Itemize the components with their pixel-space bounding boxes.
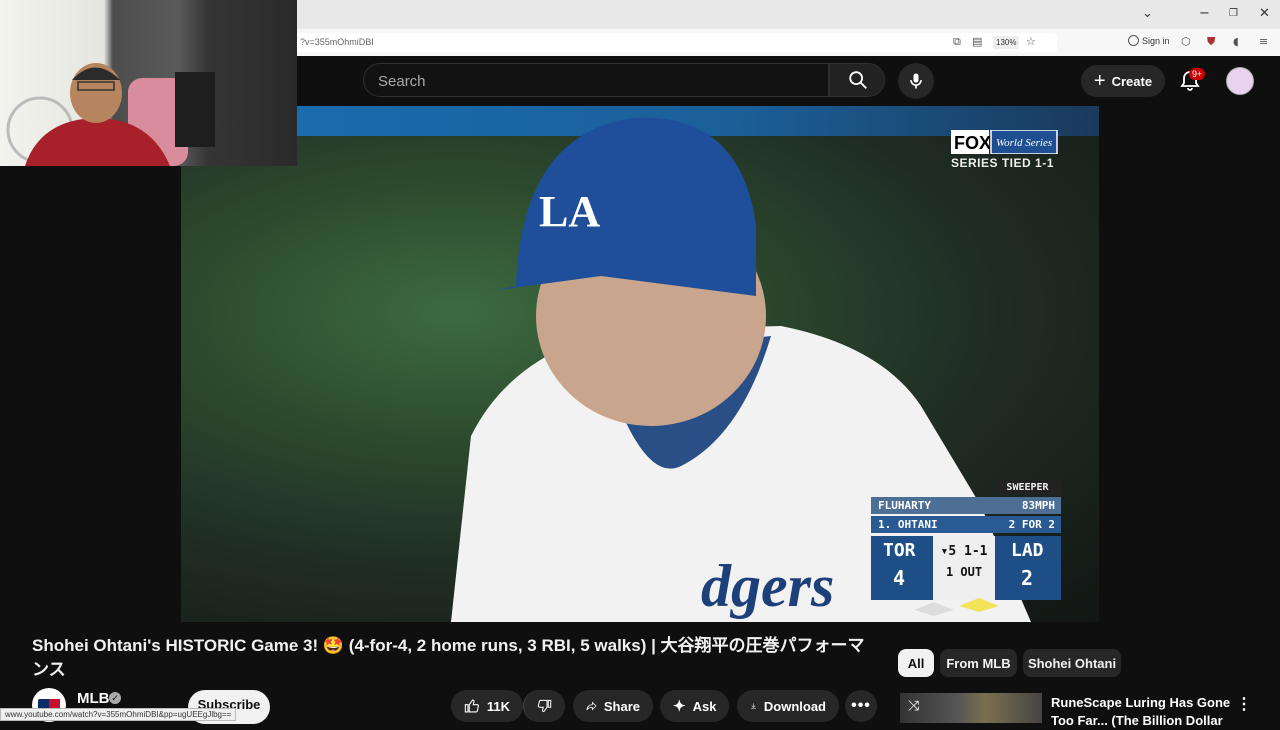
more-horizontal-icon: ••• [851, 697, 871, 714]
away-team: TOR [883, 540, 916, 561]
webcam-overlay [0, 0, 297, 166]
download-label: Download [763, 698, 826, 714]
picture-in-picture-icon[interactable]: ⧉ [953, 35, 961, 49]
bases-icon [914, 598, 999, 616]
video-title: Shohei Ohtani's HISTORIC Game 3! 🤩 (4-fo… [32, 636, 865, 679]
microphone-icon [910, 73, 922, 89]
plus-icon: + [1093, 70, 1106, 92]
like-count: 11K [486, 698, 510, 714]
away-runs: 4 [893, 566, 906, 590]
home-team: LAD [1011, 540, 1044, 561]
sign-in-label: Sign in [1142, 35, 1170, 46]
search-placeholder: Search [378, 73, 426, 90]
pitcher-name: FLUHARTY [878, 499, 931, 512]
reader-view-icon[interactable]: ▤ [972, 35, 982, 48]
sparkle-icon: ✦ [673, 698, 686, 715]
inning-count-panel: ▾5 1-1 1 OUT [933, 536, 995, 600]
notifications-badge: 9+ [1189, 68, 1206, 80]
recommendation-thumbnail[interactable]: ⤨ [900, 693, 1042, 723]
svg-text:FOX: FOX [954, 133, 991, 153]
batter-stats: 2 FOR 2 [1008, 518, 1055, 531]
download-button[interactable]: Download [737, 690, 839, 722]
ask-button[interactable]: ✦ Ask [660, 690, 729, 722]
chip-all[interactable]: All [898, 649, 934, 677]
pitch-speed: 83MPH [1021, 499, 1055, 512]
account-icon [1128, 35, 1139, 46]
verified-icon: ✓ [109, 692, 121, 704]
ask-label: Ask [692, 698, 717, 714]
batter-name: 1. OHTANI [878, 518, 938, 531]
chip-from-mlb[interactable]: From MLB [940, 649, 1017, 677]
outs: 1 OUT [945, 565, 983, 579]
chip-shohei-ohtani[interactable]: Shohei Ohtani [1023, 649, 1121, 677]
fox-world-series-logo: FOX World Series [951, 130, 1058, 154]
like-button[interactable]: 11K [451, 690, 523, 722]
search-input[interactable] [363, 63, 829, 97]
pitch-count: 1-1 [964, 544, 988, 559]
shield-extension-icon[interactable]: ⛊ [1207, 35, 1215, 49]
download-icon [751, 703, 756, 709]
shuffle-icon: ⤨ [908, 697, 920, 713]
voice-search-button[interactable] [898, 63, 934, 99]
more-actions-button[interactable]: ••• [845, 690, 877, 722]
browser-menu-icon[interactable]: ≡ [1259, 35, 1268, 48]
share-button[interactable]: Share [573, 690, 653, 722]
close-window-icon[interactable]: ✕ [1259, 6, 1270, 21]
inning-indicator: ▾5 [940, 544, 957, 559]
video-player[interactable]: LA dgers FOX World Series SERIES TIED 1-… [181, 106, 1099, 622]
home-runs: 2 [1021, 566, 1034, 590]
create-button[interactable]: + Create [1081, 65, 1165, 97]
thumbs-down-icon [537, 699, 552, 713]
search-icon [849, 71, 867, 89]
pitcher-row: FLUHARTY 83MPH [871, 497, 1061, 514]
bookmark-star-icon[interactable]: ☆ [1026, 35, 1036, 48]
svg-text:dgers: dgers [701, 553, 834, 619]
share-icon [586, 701, 597, 711]
recommendation-title[interactable]: RuneScape Luring Has Gone Too Far... (Th… [1051, 694, 1231, 730]
thumbs-up-icon [464, 699, 479, 713]
recommendation-menu-icon[interactable]: ⋮ [1236, 694, 1252, 714]
address-bar-url: ?v=355mOhmiDBI [300, 37, 374, 47]
tabs-dropdown-icon[interactable]: ⌄ [1142, 6, 1153, 21]
share-label: Share [603, 698, 640, 714]
extensions-icon[interactable]: ⬡ [1181, 35, 1191, 48]
minimize-icon[interactable]: − [1199, 6, 1210, 21]
dislike-button[interactable] [523, 690, 565, 722]
mute-icon[interactable]: ◖ [1233, 35, 1239, 48]
batter-row: 1. OHTANI 2 FOR 2 [871, 516, 1061, 533]
create-label: Create [1111, 73, 1153, 89]
svg-text:World Series: World Series [996, 137, 1052, 149]
status-bar-url: www.youtube.com/watch?v=355mOhmiDBI&pp=u… [0, 708, 237, 721]
series-status: SERIES TIED 1-1 [951, 156, 1054, 170]
restore-icon[interactable]: ❐ [1229, 8, 1238, 19]
address-bar[interactable] [297, 33, 1057, 52]
score-panel: TOR 4 ▾5 1-1 1 OUT LAD 2 [871, 536, 1061, 600]
user-avatar[interactable] [1226, 67, 1254, 95]
zoom-level[interactable]: 130% [993, 36, 1020, 49]
sign-in-button[interactable]: Sign in [1128, 35, 1170, 46]
search-button[interactable] [829, 63, 885, 97]
pitch-type: SWEEPER [994, 480, 1061, 495]
channel-name[interactable]: MLB [77, 690, 110, 707]
svg-text:LA: LA [539, 187, 600, 236]
webcam-person [6, 63, 215, 166]
